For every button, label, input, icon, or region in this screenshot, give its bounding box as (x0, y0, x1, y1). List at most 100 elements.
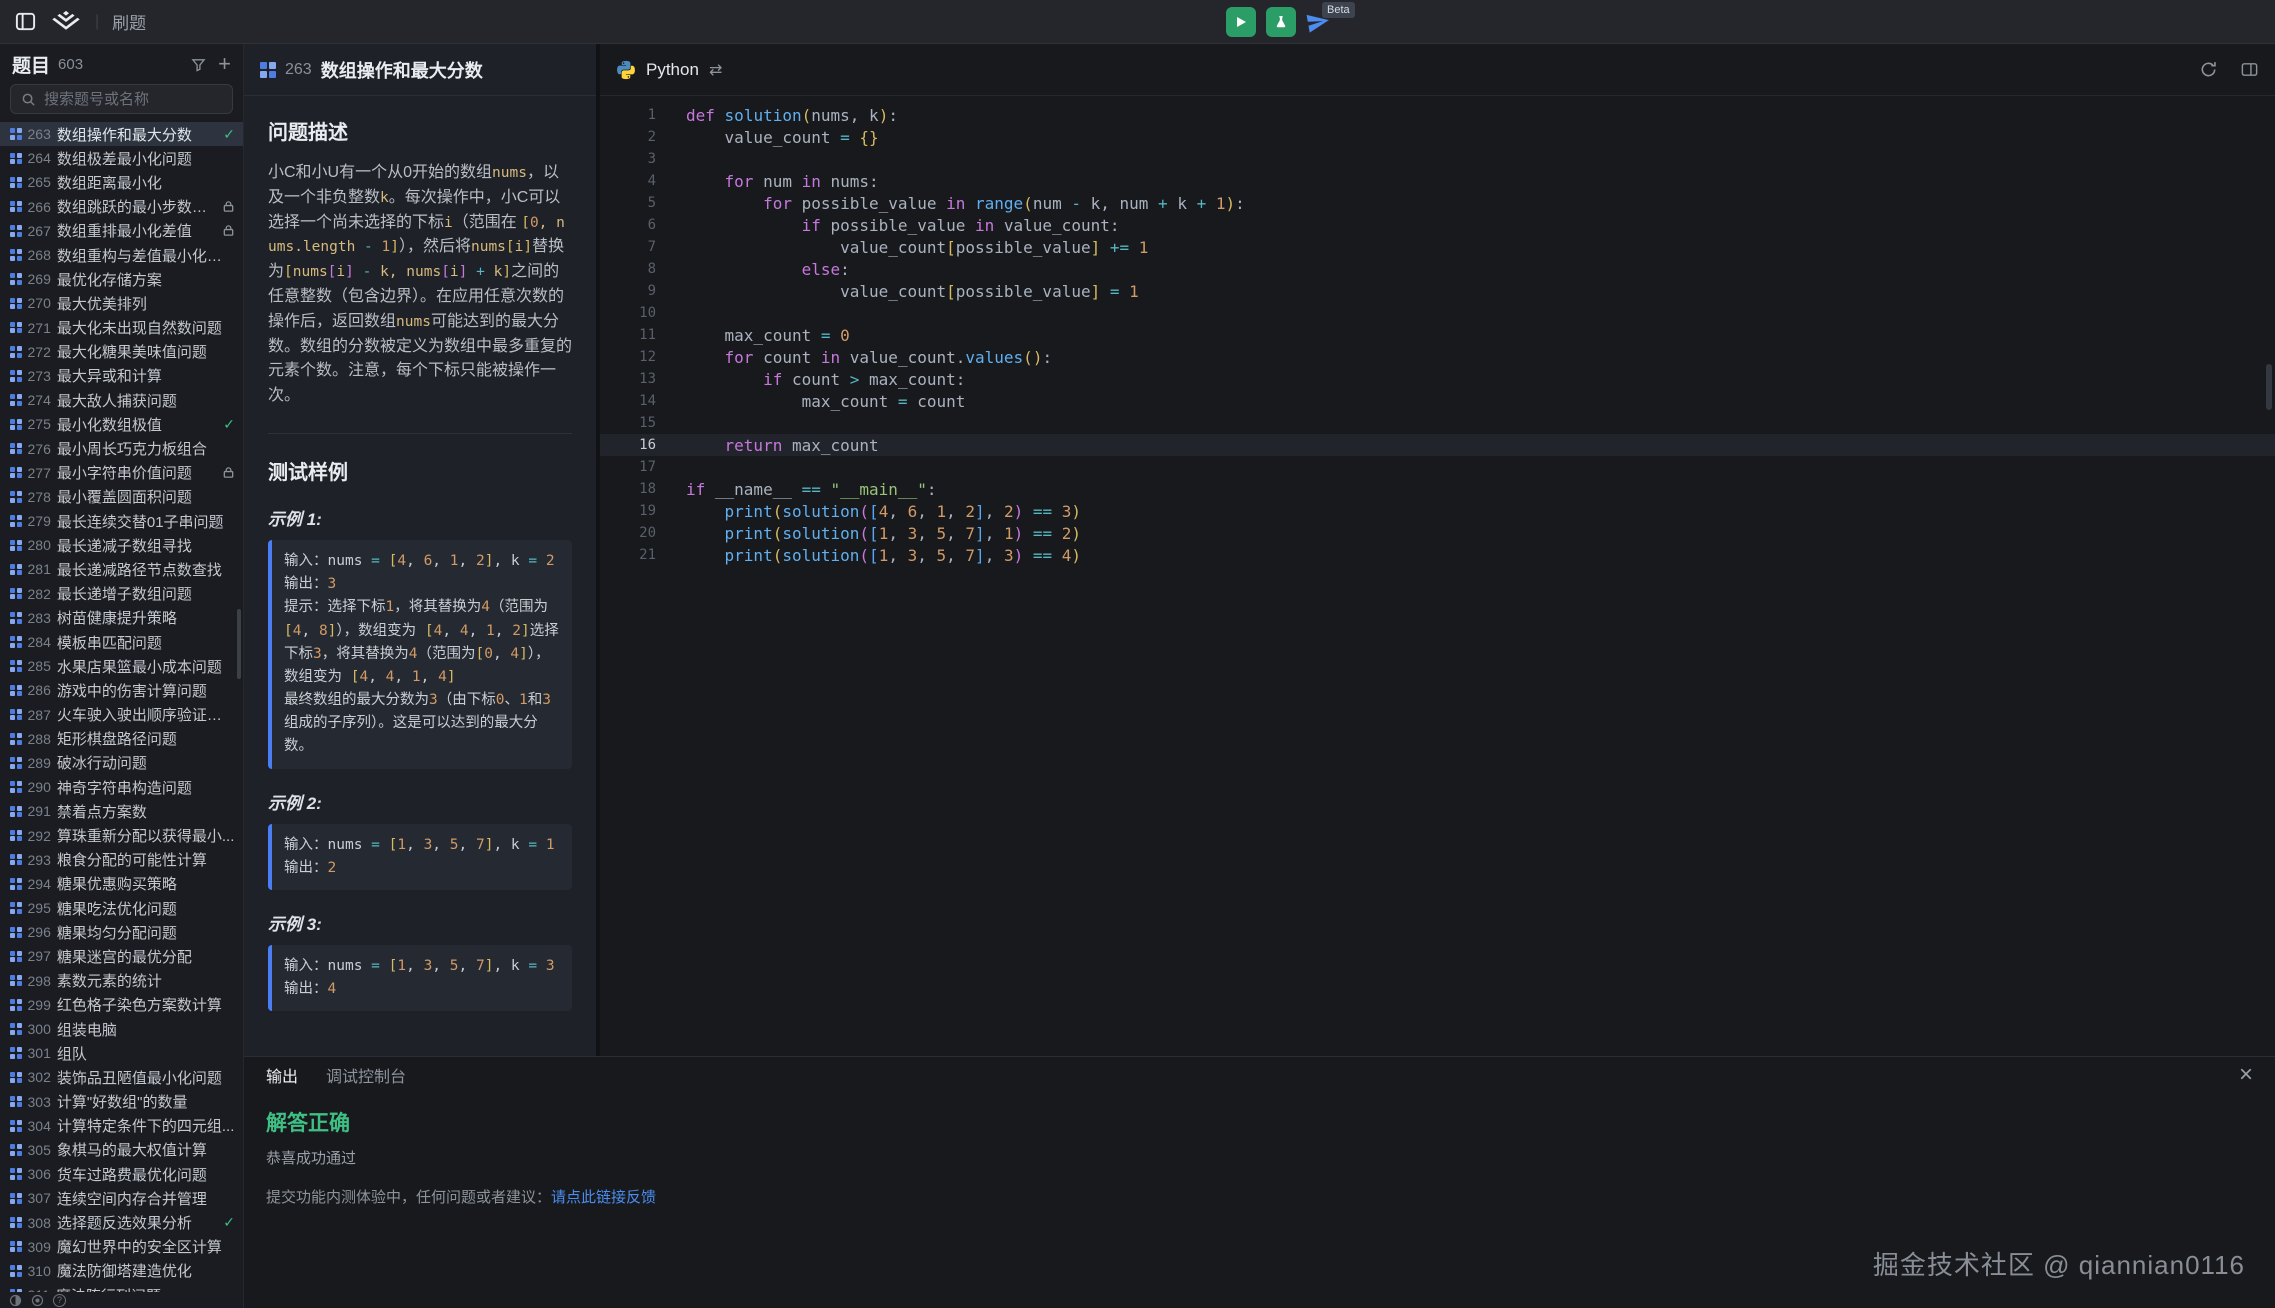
problem-list-item-269[interactable]: 269最优化存储方案 (0, 267, 243, 291)
panel-toggle-icon[interactable] (14, 10, 37, 33)
problem-list-item-292[interactable]: 292算珠重新分配以获得最小... (0, 823, 243, 847)
run-button[interactable] (1226, 7, 1256, 37)
problem-list-item-271[interactable]: 271最大化未出现自然数问题 (0, 316, 243, 340)
problem-list-item-265[interactable]: 265数组距离最小化 (0, 170, 243, 194)
code-line-17[interactable]: 17 (600, 456, 2275, 478)
code-line-9[interactable]: 9 value_count[possible_value] = 1 (600, 280, 2275, 302)
code-line-15[interactable]: 15 (600, 412, 2275, 434)
filter-icon[interactable] (191, 57, 206, 72)
language-tab[interactable]: Python (646, 60, 699, 80)
editor-scrollbar[interactable] (2266, 364, 2272, 410)
problem-list-item-309[interactable]: 309魔幻世界中的安全区计算 (0, 1235, 243, 1259)
code-line-7[interactable]: 7 value_count[possible_value] += 1 (600, 236, 2275, 258)
problem-list-item-274[interactable]: 274最大敌人捕获问题 (0, 388, 243, 412)
problem-list-item-277[interactable]: 277最小字符串价值问题 (0, 461, 243, 485)
problem-title: 最长递增子数组问题 (57, 583, 235, 604)
code-line-11[interactable]: 11 max_count = 0 (600, 324, 2275, 346)
line-number: 8 (600, 261, 656, 277)
test-button[interactable] (1266, 7, 1296, 37)
code-line-13[interactable]: 13 if count > max_count: (600, 368, 2275, 390)
split-view-icon[interactable] (2240, 60, 2259, 79)
problem-list-item-267[interactable]: 267数组重排最小化差值 (0, 219, 243, 243)
problem-list-item-308[interactable]: 308选择题反选效果分析✓ (0, 1210, 243, 1234)
problem-list-item-263[interactable]: 263数组操作和最大分数✓ (0, 122, 243, 146)
problem-list-item-285[interactable]: 285水果店果篮最小成本问题 (0, 654, 243, 678)
status-icon[interactable] (31, 1294, 44, 1307)
reset-code-icon[interactable] (2199, 60, 2218, 79)
problem-list-item-275[interactable]: 275最小化数组极值✓ (0, 412, 243, 436)
code-line-21[interactable]: 21 print(solution([1, 3, 5, 7], 3) == 4) (600, 544, 2275, 566)
problem-grid-icon (10, 999, 22, 1011)
juejin-logo-icon[interactable] (50, 10, 82, 34)
feedback-link[interactable]: 请点此链接反馈 (551, 1189, 656, 1206)
check-icon: ✓ (223, 416, 235, 433)
code-line-19[interactable]: 19 print(solution([4, 6, 1, 2], 2) == 3) (600, 500, 2275, 522)
example-label: 示例 1: (268, 505, 572, 530)
code-editor[interactable]: 1def solution(nums, k):2 value_count = {… (600, 96, 2275, 1056)
problem-list-item-281[interactable]: 281最长递减路径节点数查找 (0, 557, 243, 581)
problem-list-item-287[interactable]: 287火车驶入驶出顺序验证问题 (0, 703, 243, 727)
problem-list-item-290[interactable]: 290神奇字符串构造问题 (0, 775, 243, 799)
problem-list-item-295[interactable]: 295糖果吃法优化问题 (0, 896, 243, 920)
problem-list-item-310[interactable]: 310魔法防御塔建造优化 (0, 1259, 243, 1283)
problem-list-item-272[interactable]: 272最大化糖果美味值问题 (0, 340, 243, 364)
problem-list-item-264[interactable]: 264数组极差最小化问题 (0, 146, 243, 170)
problem-list-item-294[interactable]: 294糖果优惠购买策略 (0, 872, 243, 896)
code-line-2[interactable]: 2 value_count = {} (600, 126, 2275, 148)
code-line-10[interactable]: 10 (600, 302, 2275, 324)
problem-list-item-299[interactable]: 299红色格子染色方案数计算 (0, 993, 243, 1017)
code-line-6[interactable]: 6 if possible_value in value_count: (600, 214, 2275, 236)
problem-list-item-282[interactable]: 282最长递增子数组问题 (0, 582, 243, 606)
problem-list-item-302[interactable]: 302装饰品丑陋值最小化问题 (0, 1065, 243, 1089)
problem-list-item-303[interactable]: 303计算"好数组"的数量 (0, 1090, 243, 1114)
problem-list-item-307[interactable]: 307连续空间内存合并管理 (0, 1186, 243, 1210)
search-box[interactable] (10, 84, 233, 114)
problem-list-item-306[interactable]: 306货车过路费最优化问题 (0, 1162, 243, 1186)
problem-list-item-289[interactable]: 289破冰行动问题 (0, 751, 243, 775)
submit-beta-button[interactable]: Beta (1306, 7, 1352, 37)
search-input[interactable] (44, 91, 243, 108)
help-icon[interactable]: ? (53, 1294, 66, 1307)
code-line-20[interactable]: 20 print(solution([1, 3, 5, 7], 1) == 2) (600, 522, 2275, 544)
add-icon[interactable]: + (218, 53, 231, 75)
tab-debug-console[interactable]: 调试控制台 (326, 1063, 406, 1087)
problem-list-item-273[interactable]: 273最大异或和计算 (0, 364, 243, 388)
lock-icon (222, 224, 235, 237)
code-line-16[interactable]: 16 return max_count (600, 434, 2275, 456)
code-line-1[interactable]: 1def solution(nums, k): (600, 104, 2275, 126)
problem-list-item-286[interactable]: 286游戏中的伤害计算问题 (0, 678, 243, 702)
problem-list-item-266[interactable]: 266数组跳跃的最小步数问... (0, 195, 243, 219)
problem-list-item-304[interactable]: 304计算特定条件下的四元组... (0, 1114, 243, 1138)
sidebar-scrollbar[interactable] (237, 609, 241, 679)
problem-list-item-305[interactable]: 305象棋马的最大权值计算 (0, 1138, 243, 1162)
code-line-18[interactable]: 18if __name__ == "__main__": (600, 478, 2275, 500)
code-line-8[interactable]: 8 else: (600, 258, 2275, 280)
problem-list-item-288[interactable]: 288矩形棋盘路径问题 (0, 727, 243, 751)
close-icon[interactable]: × (2239, 1063, 2253, 1087)
problem-list-item-278[interactable]: 278最小覆盖圆面积问题 (0, 485, 243, 509)
code-line-5[interactable]: 5 for possible_value in range(num - k, n… (600, 192, 2275, 214)
theme-toggle-icon[interactable] (9, 1294, 22, 1307)
problem-list-item-276[interactable]: 276最小周长巧克力板组合 (0, 436, 243, 460)
code-line-12[interactable]: 12 for count in value_count.values(): (600, 346, 2275, 368)
problem-list-item-279[interactable]: 279最长连续交替01子串问题 (0, 509, 243, 533)
problem-list-item-270[interactable]: 270最大优美排列 (0, 291, 243, 315)
code-line-14[interactable]: 14 max_count = count (600, 390, 2275, 412)
problem-list-item-293[interactable]: 293粮食分配的可能性计算 (0, 848, 243, 872)
problem-grid-icon (10, 1144, 22, 1156)
problem-list-item-296[interactable]: 296糖果均匀分配问题 (0, 920, 243, 944)
problem-list-item-283[interactable]: 283树苗健康提升策略 (0, 606, 243, 630)
problem-list-item-297[interactable]: 297糖果迷宫的最优分配 (0, 944, 243, 968)
tab-output[interactable]: 输出 (266, 1063, 298, 1087)
switch-language-icon[interactable]: ⇄ (709, 60, 722, 80)
problem-list-item-268[interactable]: 268数组重构与差值最小化问题 (0, 243, 243, 267)
problem-list-item-298[interactable]: 298素数元素的统计 (0, 969, 243, 993)
problem-list-item-291[interactable]: 291禁着点方案数 (0, 799, 243, 823)
code-line-4[interactable]: 4 for num in nums: (600, 170, 2275, 192)
problem-list-item-301[interactable]: 301组队 (0, 1041, 243, 1065)
problem-list-item-300[interactable]: 300组装电脑 (0, 1017, 243, 1041)
problem-list-item-280[interactable]: 280最长递减子数组寻找 (0, 533, 243, 557)
play-icon (1235, 16, 1247, 28)
problem-list-item-284[interactable]: 284模板串匹配问题 (0, 630, 243, 654)
code-line-3[interactable]: 3 (600, 148, 2275, 170)
